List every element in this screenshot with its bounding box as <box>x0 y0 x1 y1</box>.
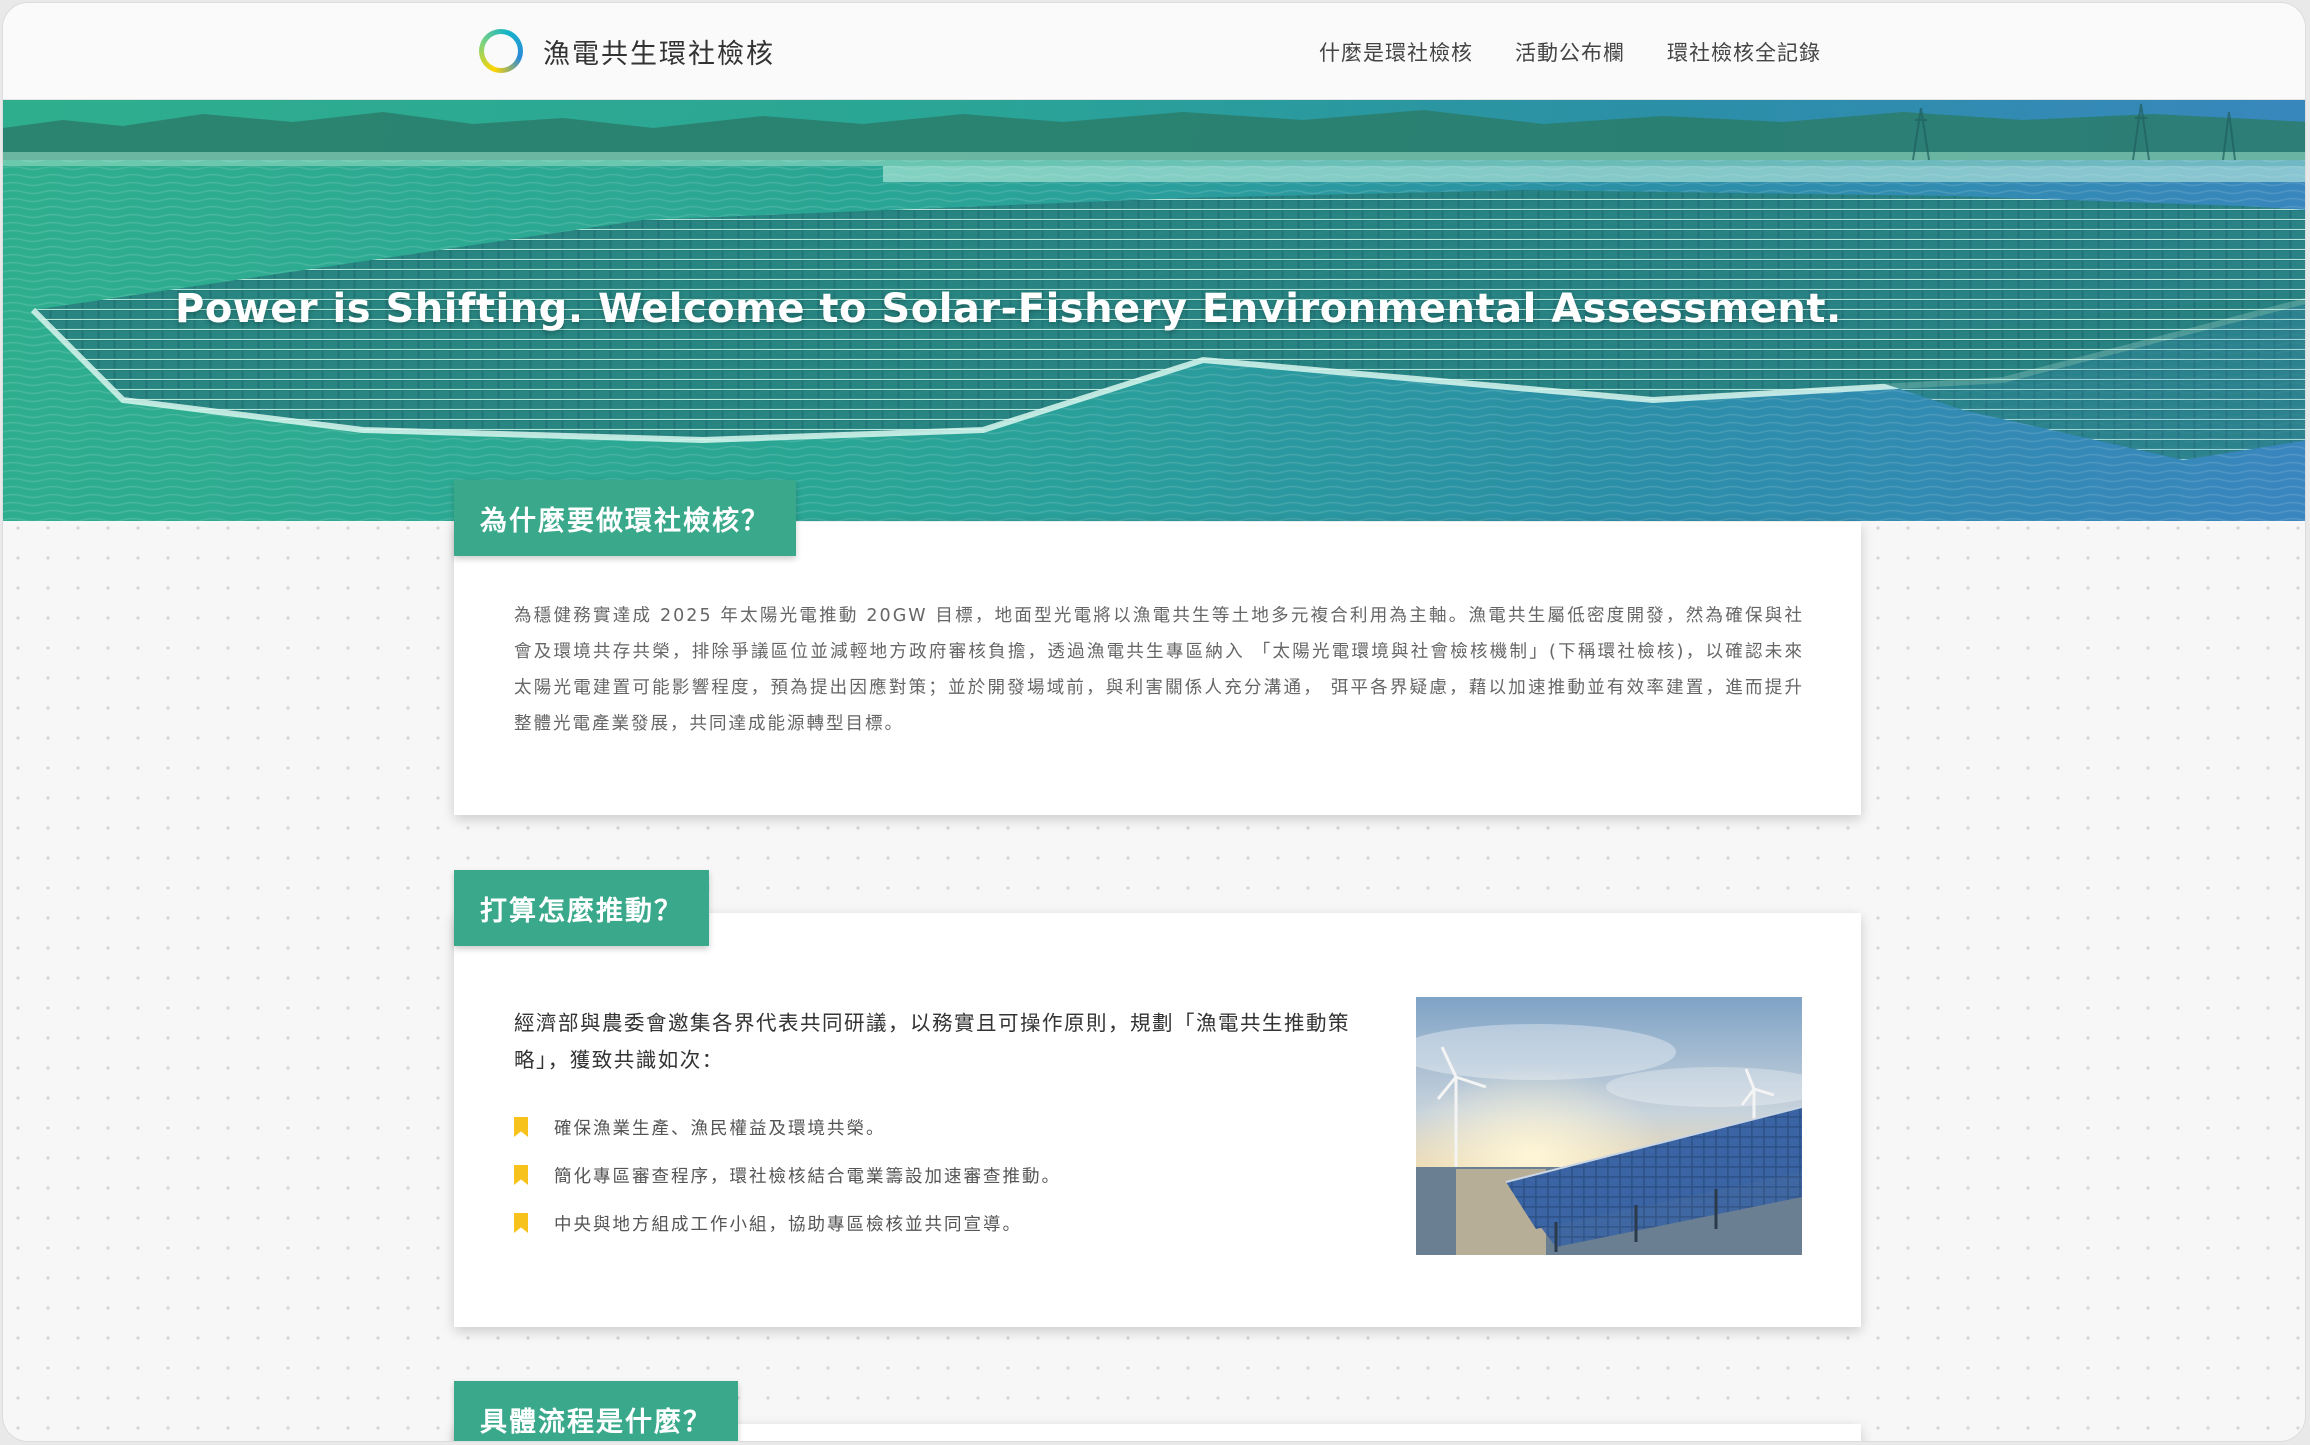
hero-title: Power is Shifting. Welcome to Solar-Fish… <box>175 286 1842 332</box>
nav-link-records[interactable]: 環社檢核全記錄 <box>1667 37 1821 67</box>
why-heading: 為什麼要做環社檢核？ <box>454 480 796 556</box>
bookmark-icon <box>514 1165 528 1185</box>
top-nav: 漁電共生環社檢核 什麼是環社檢核 活動公布欄 環社檢核全記錄 <box>3 3 2305 100</box>
hero-banner: Power is Shifting. Welcome to Solar-Fish… <box>3 100 2305 521</box>
brand-name: 漁電共生環社檢核 <box>543 38 775 70</box>
why-body: 為穩健務實達成 2025 年太陽光電推動 20GW 目標，地面型光電將以漁電共生… <box>514 606 1804 734</box>
how-card: 經濟部與農委會邀集各界代表共同研議，以務實且可操作原則，規劃「漁電共生推動策略」… <box>454 913 1861 1327</box>
bookmark-icon <box>514 1117 528 1137</box>
nav-link-what-is-assessment[interactable]: 什麼是環社檢核 <box>1319 37 1473 67</box>
logo-ring-icon <box>479 29 523 73</box>
list-item-text: 中央與地方組成工作小組，協助專區檢核並共同宣導。 <box>554 1214 1022 1235</box>
solar-wind-image <box>1416 997 1802 1255</box>
main-menu: 什麼是環社檢核 活動公布欄 環社檢核全記錄 <box>1319 37 1821 67</box>
solar-wind-photo <box>1416 997 1802 1255</box>
list-item: 中央與地方組成工作小組，協助專區檢核並共同宣導。 <box>514 1199 1061 1247</box>
brand[interactable]: 漁電共生環社檢核 <box>479 29 775 73</box>
bookmark-icon <box>514 1213 528 1233</box>
nav-link-events[interactable]: 活動公布欄 <box>1515 37 1625 67</box>
list-item-text: 簡化專區審查程序，環社檢核結合電業籌設加速審查推動。 <box>554 1166 1061 1187</box>
why-card: 為穩健務實達成 2025 年太陽光電推動 20GW 目標，地面型光電將以漁電共生… <box>454 522 1861 815</box>
strategy-list: 確保漁業生產、漁民權益及環境共榮。 簡化專區審查程序，環社檢核結合電業籌設加速審… <box>514 1103 1061 1247</box>
list-item-text: 確保漁業生產、漁民權益及環境共榮。 <box>554 1118 886 1139</box>
list-item: 確保漁業生產、漁民權益及環境共榮。 <box>514 1103 1061 1151</box>
process-heading: 具體流程是什麼？ <box>454 1381 738 1441</box>
how-lead: 經濟部與農委會邀集各界代表共同研議，以務實且可操作原則，規劃「漁電共生推動策略」… <box>514 1011 1350 1072</box>
browser-frame: 漁電共生環社檢核 什麼是環社檢核 活動公布欄 環社檢核全記錄 Power is … <box>2 2 2306 1442</box>
list-item: 簡化專區審查程序，環社檢核結合電業籌設加速審查推動。 <box>514 1151 1061 1199</box>
how-heading: 打算怎麼推動？ <box>454 870 709 946</box>
